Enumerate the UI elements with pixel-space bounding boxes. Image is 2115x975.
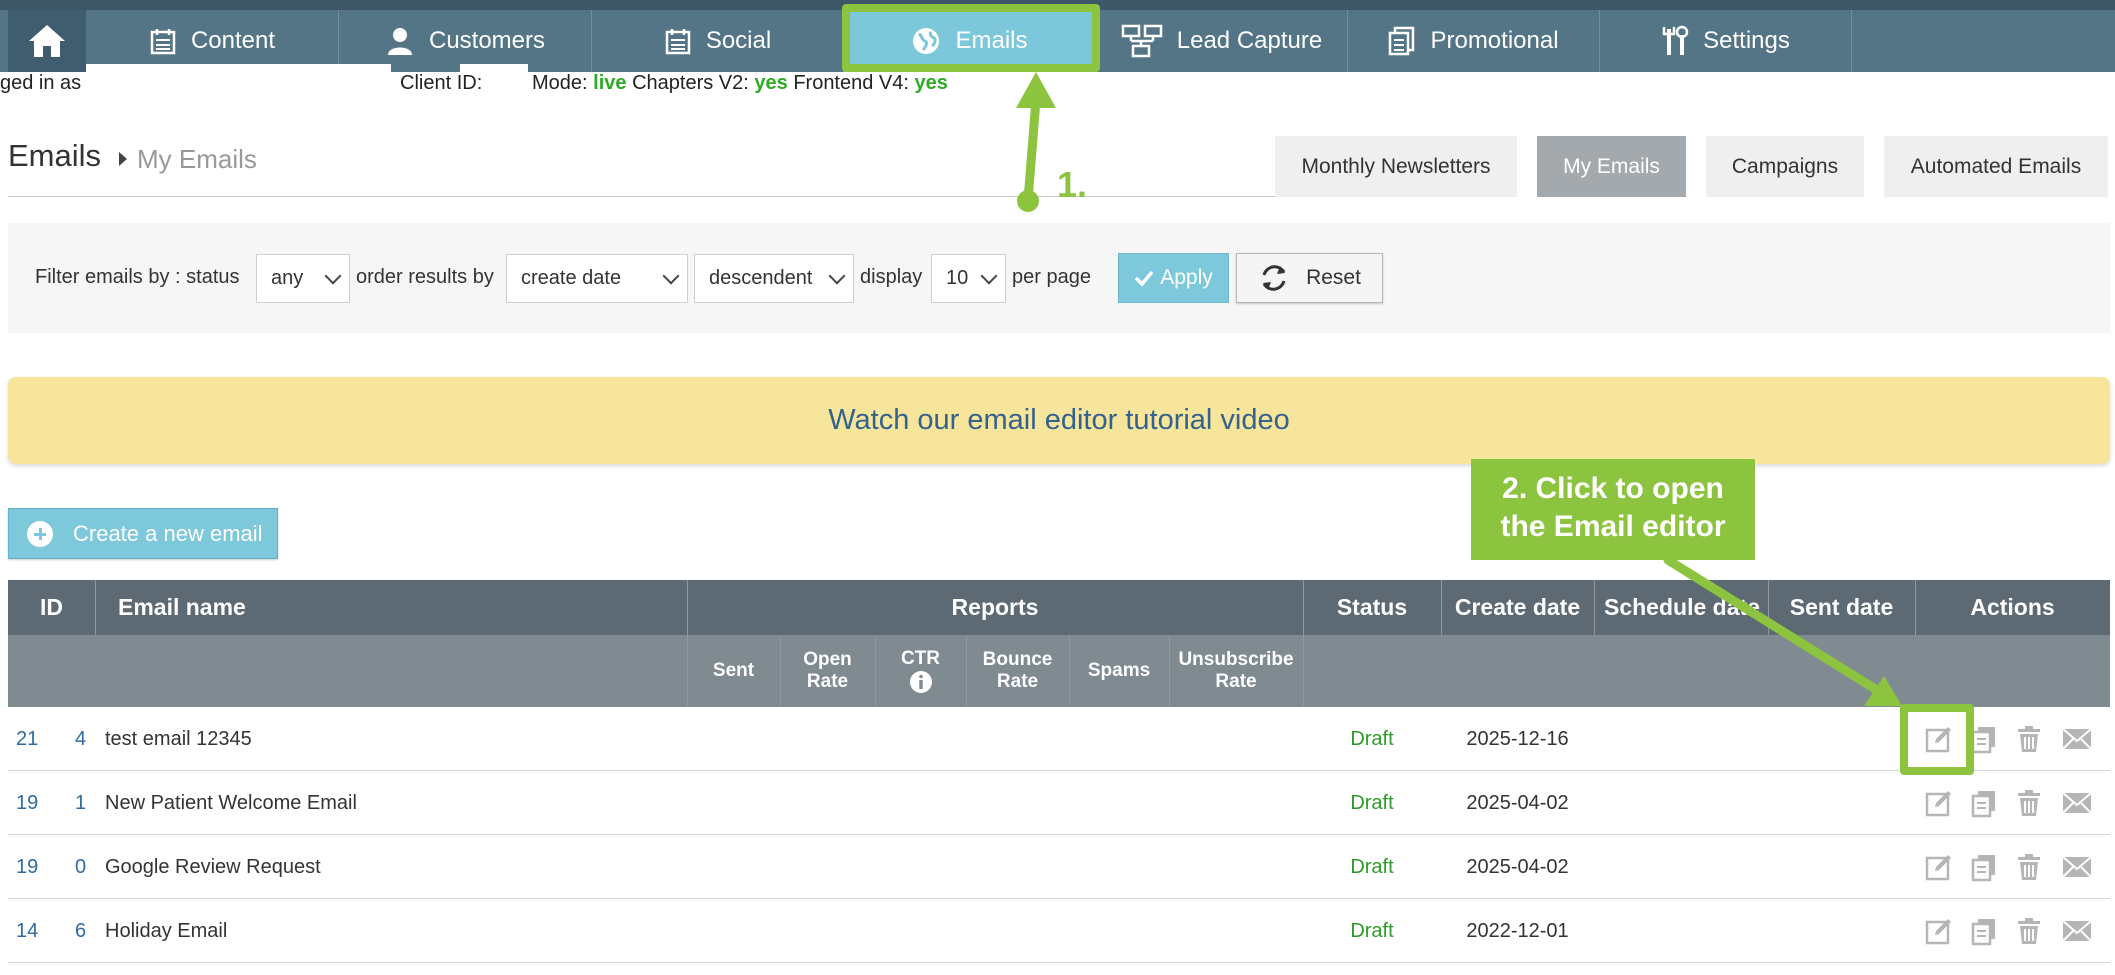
arrow-step1-line	[1023, 95, 1041, 205]
arrow-step2-line	[1663, 555, 1885, 697]
annotation-arrows	[1016, 72, 1902, 706]
callout-line2: the Email editor	[1500, 510, 1726, 543]
arrow-step1-dot	[1017, 190, 1039, 212]
annotation-step1: 1.	[1057, 164, 1088, 205]
annotation-step2-callout: 2. Click to open the Email editor	[1471, 459, 1755, 560]
arrow-step1-head	[1016, 72, 1056, 108]
callout-line1: 2. Click to open	[1502, 472, 1724, 505]
